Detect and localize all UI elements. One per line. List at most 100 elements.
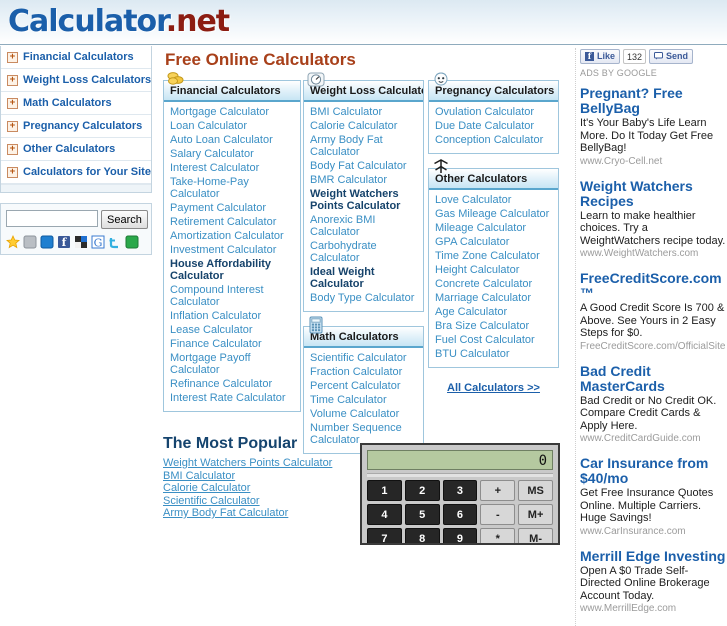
ad-title-link[interactable]: Pregnant? Free BellyBag bbox=[580, 86, 727, 116]
stumbleupon-icon[interactable] bbox=[125, 235, 139, 249]
list-item: Carbohydrate Calculator bbox=[310, 240, 419, 264]
calculator-key-9[interactable]: 9 bbox=[442, 528, 478, 543]
calculator-link[interactable]: BTU Calculator bbox=[435, 348, 510, 360]
calculator-key-1[interactable]: 1 bbox=[367, 480, 402, 501]
calculator-key-8[interactable]: 8 bbox=[404, 528, 440, 543]
calculator-widget[interactable]: 0 1 2 3 + MS 4 5 6- M+ 7 8 9 * M- bbox=[360, 443, 560, 545]
calculator-link[interactable]: Due Date Calculator bbox=[435, 120, 534, 132]
calculator-link[interactable]: Retirement Calculator bbox=[170, 216, 276, 228]
popular-link[interactable]: Weight Watchers Points Calculator bbox=[163, 457, 363, 470]
calculator-link[interactable]: Age Calculator bbox=[435, 306, 507, 318]
calculator-link[interactable]: Mortgage Payoff Calculator bbox=[170, 352, 251, 376]
calculator-link[interactable]: Interest Calculator bbox=[170, 162, 259, 174]
calculator-link[interactable]: House Affordability Calculator bbox=[170, 258, 271, 282]
favorites-star-icon[interactable] bbox=[6, 235, 20, 249]
delicious-icon[interactable] bbox=[74, 235, 88, 249]
popular-link[interactable]: BMI Calculator bbox=[163, 470, 363, 483]
calculator-link[interactable]: Auto Loan Calculator bbox=[170, 134, 273, 146]
calculator-link[interactable]: Army Body Fat Calculator bbox=[310, 134, 383, 158]
windows-live-icon[interactable] bbox=[40, 235, 54, 249]
calculator-link[interactable]: Carbohydrate Calculator bbox=[310, 240, 377, 264]
calculator-key-7[interactable]: 7 bbox=[367, 528, 402, 543]
calculator-link[interactable]: Calorie Calculator bbox=[310, 120, 397, 132]
sidebar-item-calculators-for-your-site[interactable]: + Calculators for Your Site bbox=[1, 161, 151, 184]
ad-title-link[interactable]: Merrill Edge Investing bbox=[580, 548, 727, 564]
calculator-link[interactable]: Weight Watchers Points Calculator bbox=[310, 188, 400, 212]
calculator-link[interactable]: BMR Calculator bbox=[310, 174, 387, 186]
calculator-link[interactable]: Marriage Calculator bbox=[435, 292, 531, 304]
sidebar-item-pregnancy-calculators[interactable]: + Pregnancy Calculators bbox=[1, 115, 151, 138]
calculator-key-3[interactable]: 3 bbox=[442, 480, 478, 501]
calculator-link[interactable]: Percent Calculator bbox=[310, 380, 401, 392]
calculator-link[interactable]: Fraction Calculator bbox=[310, 366, 402, 378]
calculator-link[interactable]: Compound Interest Calculator bbox=[170, 284, 264, 308]
search-input[interactable] bbox=[6, 210, 98, 227]
calculator-link[interactable]: Body Type Calculator bbox=[310, 292, 414, 304]
calculator-link[interactable]: Time Calculator bbox=[310, 394, 387, 406]
calculator-link[interactable]: Ovulation Calculator bbox=[435, 106, 534, 118]
calculator-key-plus[interactable]: + bbox=[480, 480, 516, 501]
all-calculators-link[interactable]: All Calculators >> bbox=[428, 382, 559, 394]
sidebar-item-math-calculators[interactable]: + Math Calculators bbox=[1, 92, 151, 115]
calculator-link[interactable]: Body Fat Calculator bbox=[310, 160, 407, 172]
facebook-icon[interactable]: f bbox=[57, 235, 71, 249]
calculator-link[interactable]: Salary Calculator bbox=[170, 148, 254, 160]
calculator-link[interactable]: Fuel Cost Calculator bbox=[435, 334, 535, 346]
calculator-link[interactable]: Concrete Calculator bbox=[435, 278, 532, 290]
calculator-key-2[interactable]: 2 bbox=[404, 480, 440, 501]
calculator-key-4[interactable]: 4 bbox=[367, 504, 402, 525]
calculator-link[interactable]: Mileage Calculator bbox=[435, 222, 526, 234]
list-item: Army Body Fat Calculator bbox=[310, 134, 419, 158]
calculator-key-mminus[interactable]: M- bbox=[518, 528, 553, 543]
google-icon[interactable]: G bbox=[91, 235, 105, 249]
search-button[interactable]: Search bbox=[101, 210, 148, 229]
calculator-link[interactable]: Scientific Calculator bbox=[310, 352, 407, 364]
calculator-link[interactable]: Height Calculator bbox=[435, 264, 519, 276]
calculator-link[interactable]: Take-Home-Pay Calculator bbox=[170, 176, 249, 200]
calculator-key-mplus[interactable]: M+ bbox=[518, 504, 553, 525]
calculator-link[interactable]: Bra Size Calculator bbox=[435, 320, 529, 332]
calculator-link[interactable]: Payment Calculator bbox=[170, 202, 266, 214]
facebook-send-button[interactable]: Send bbox=[649, 48, 694, 64]
calculator-link[interactable]: Mortgage Calculator bbox=[170, 106, 269, 118]
calculator-link[interactable]: GPA Calculator bbox=[435, 236, 509, 248]
calculator-link[interactable]: Anorexic BMI Calculator bbox=[310, 214, 375, 238]
calculator-link[interactable]: Amortization Calculator bbox=[170, 230, 284, 242]
ad-title-link[interactable]: Weight Watchers Recipes bbox=[580, 178, 727, 209]
site-logo[interactable]: Calculator.net bbox=[8, 4, 230, 39]
calculator-link[interactable]: Gas Mileage Calculator bbox=[435, 208, 549, 220]
sidebar-item-financial-calculators[interactable]: + Financial Calculators bbox=[1, 46, 151, 69]
facebook-like-button[interactable]: f Like bbox=[580, 48, 621, 64]
twitter-icon[interactable] bbox=[108, 235, 122, 249]
popular-link[interactable]: Scientific Calculator bbox=[163, 495, 363, 508]
popular-link[interactable]: Calorie Calculator bbox=[163, 482, 363, 495]
calculator-key-minus[interactable]: - bbox=[480, 504, 516, 525]
calculator-link[interactable]: Conception Calculator bbox=[435, 134, 543, 146]
calculator-key-ms[interactable]: MS bbox=[518, 480, 553, 501]
facebook-like-count[interactable]: 132 bbox=[623, 48, 647, 64]
ad-body-text: A Good Credit Score Is 700 & Above. See … bbox=[580, 302, 725, 339]
calculator-link[interactable]: Time Zone Calculator bbox=[435, 250, 540, 262]
calculator-link[interactable]: BMI Calculator bbox=[310, 106, 382, 118]
calculator-key-5[interactable]: 5 bbox=[404, 504, 440, 525]
calculator-link[interactable]: Volume Calculator bbox=[310, 408, 399, 420]
ad-title-link[interactable]: FreeCreditScore.com ™ bbox=[580, 271, 727, 301]
calculator-link[interactable]: Ideal Weight Calculator bbox=[310, 266, 375, 290]
ad-title-link[interactable]: Car Insurance from $40/mo bbox=[580, 456, 727, 486]
calculator-key-multiply[interactable]: * bbox=[480, 528, 516, 543]
calculator-link[interactable]: Loan Calculator bbox=[170, 120, 247, 132]
calculator-key-6[interactable]: 6 bbox=[442, 504, 478, 525]
calculator-link[interactable]: Lease Calculator bbox=[170, 324, 253, 336]
popular-link[interactable]: Army Body Fat Calculator bbox=[163, 507, 363, 520]
calculator-link[interactable]: Investment Calculator bbox=[170, 244, 276, 256]
calculator-link[interactable]: Inflation Calculator bbox=[170, 310, 261, 322]
sidebar-item-other-calculators[interactable]: + Other Calculators bbox=[1, 138, 151, 161]
calculator-link[interactable]: Love Calculator bbox=[435, 194, 511, 206]
calculator-link[interactable]: Refinance Calculator bbox=[170, 378, 272, 390]
list-item: Conception Calculator bbox=[435, 134, 554, 146]
sidebar-item-weight-loss-calculators[interactable]: + Weight Loss Calculators bbox=[1, 69, 151, 92]
ad-title-link[interactable]: Bad Credit MasterCards bbox=[580, 363, 727, 394]
calculator-link[interactable]: Finance Calculator bbox=[170, 338, 262, 350]
calculator-link[interactable]: Interest Rate Calculator bbox=[170, 392, 286, 404]
myspace-icon[interactable] bbox=[23, 235, 37, 249]
